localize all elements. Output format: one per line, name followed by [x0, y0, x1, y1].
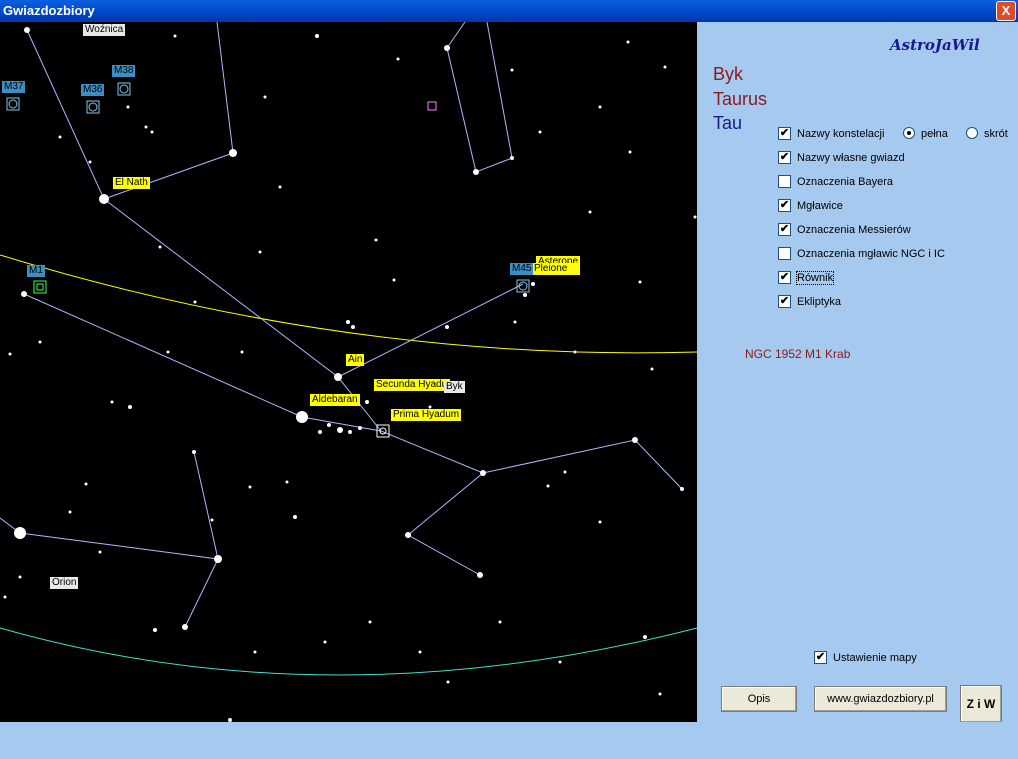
checkbox-ngc[interactable]: Oznaczenia mgławic NGC i IC — [778, 246, 945, 262]
checkbox-box[interactable]: ✔ — [778, 294, 791, 308]
checkbox-rownik[interactable]: ✔ Równik — [778, 270, 835, 286]
constellation-polish-name: Byk — [713, 64, 744, 84]
checkbox-messier[interactable]: ✔ Oznaczenia Messierów — [778, 222, 911, 238]
constellation-abbreviation: Tau — [713, 113, 743, 133]
checkbox-label: Ustawienie mapy — [833, 652, 917, 664]
checkbox-label: Równik — [795, 271, 835, 285]
checkbox-box[interactable]: ✔ — [778, 126, 791, 140]
star-map-canvas — [0, 22, 697, 722]
checkbox-bayer[interactable]: Oznaczenia Bayera — [778, 174, 893, 190]
label-aldebaran: Aldebaran — [310, 394, 360, 406]
opis-button[interactable]: Opis — [721, 686, 797, 712]
radio-label: skrót — [984, 128, 1008, 140]
bottom-strip — [0, 722, 1018, 759]
checkbox-box[interactable]: ✔ — [778, 150, 791, 164]
label-pleione: Pleione — [532, 263, 580, 275]
constellation-lines — [0, 22, 683, 628]
title-bar: Gwiazdozbiory X — [0, 0, 1018, 22]
label-orion: Orion — [50, 577, 79, 589]
label-prima-hyadum: Prima Hyadum — [391, 409, 462, 421]
checkbox-nazwy-konstelacji[interactable]: ✔ Nazwy konstelacji — [778, 126, 884, 142]
radio-short[interactable]: skrót — [966, 126, 1008, 142]
website-button[interactable]: www.gwiazdozbiory.pl — [814, 686, 947, 712]
constellation-latin-name: Taurus — [713, 89, 768, 109]
label-woznica: Woźnica — [83, 24, 126, 36]
label-m36: M36 — [81, 84, 105, 96]
radio-dot[interactable] — [903, 127, 915, 140]
label-m45: M45 — [510, 263, 534, 275]
checkbox-label: Nazwy własne gwiazd — [797, 152, 905, 164]
checkbox-label: Nazwy konstelacji — [797, 128, 885, 140]
label-el-nath: El Nath — [113, 177, 150, 189]
checkbox-nazwy-wlasne[interactable]: ✔ Nazwy własne gwiazd — [778, 150, 905, 166]
label-m37: M37 — [2, 81, 26, 93]
checkbox-mglawice[interactable]: ✔ Mgławice — [778, 198, 843, 214]
options-panel: AstroJaWil Byk Taurus Tau ✔ Nazwy konstel… — [697, 22, 1018, 723]
checkbox-label: Oznaczenia mgławic NGC i IC — [797, 248, 945, 260]
checkbox-label: Oznaczenia Bayera — [797, 176, 893, 188]
checkbox-box[interactable]: ✔ — [814, 650, 827, 664]
label-byk: Byk — [444, 381, 465, 393]
ecliptic-line — [0, 254, 697, 354]
checkbox-ustawienie-mapy[interactable]: ✔ Ustawienie mapy — [814, 650, 917, 666]
brand-title: AstroJaWil — [890, 36, 980, 54]
equator-line — [0, 627, 697, 676]
checkbox-box[interactable] — [778, 174, 791, 188]
radio-dot[interactable] — [966, 127, 978, 140]
label-ain: Ain — [346, 354, 365, 366]
radio-label: pełna — [921, 128, 948, 140]
checkbox-ekliptyka[interactable]: ✔ Ekliptyka — [778, 294, 841, 310]
checkbox-box[interactable]: ✔ — [778, 270, 791, 284]
checkbox-box[interactable]: ✔ — [778, 222, 791, 236]
window-title: Gwiazdozbiory — [3, 3, 95, 18]
checkbox-label: Ekliptyka — [797, 296, 842, 308]
radio-full[interactable]: pełna — [903, 126, 948, 142]
checkbox-label: Mgławice — [797, 200, 843, 212]
checkbox-box[interactable] — [778, 246, 791, 260]
ziw-button[interactable]: Z i W — [960, 685, 1002, 723]
checkbox-box[interactable]: ✔ — [778, 198, 791, 212]
label-secunda-hyadum: Secunda Hyadum — [374, 379, 450, 391]
selected-object-info: NGC 1952 M1 Krab — [745, 347, 851, 361]
close-button[interactable]: X — [996, 1, 1016, 21]
label-m38: M38 — [112, 65, 136, 77]
stars — [3, 27, 697, 722]
checkbox-label: Oznaczenia Messierów — [797, 224, 911, 236]
label-m1: M1 — [27, 265, 45, 277]
star-map[interactable]: Woźnica M37 M36 M38 El Nath M1 Asterope … — [0, 22, 697, 722]
